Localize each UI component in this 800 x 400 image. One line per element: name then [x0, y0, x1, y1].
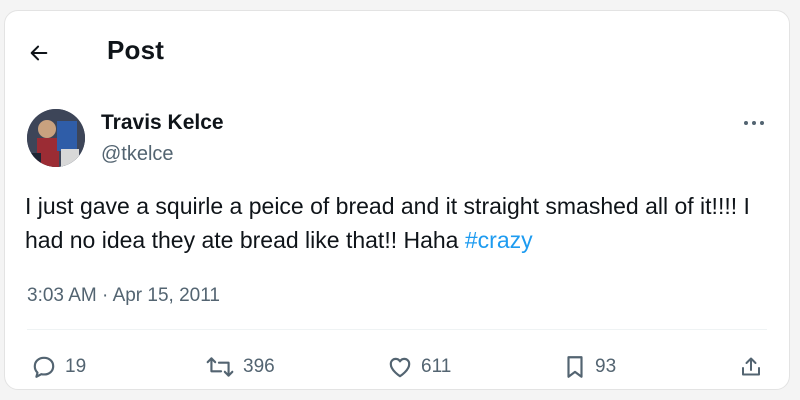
repost-count: 396: [243, 356, 275, 377]
post-body: I just gave a squirle a peice of bread a…: [25, 193, 750, 253]
bookmark-button[interactable]: 93: [563, 351, 616, 383]
avatar[interactable]: [27, 109, 85, 167]
repost-icon: [206, 357, 234, 377]
reply-button[interactable]: 19: [31, 351, 86, 383]
more-options-button[interactable]: [739, 111, 769, 135]
profile-photo: [27, 109, 85, 167]
bookmark-count: 93: [595, 356, 617, 377]
author-handle[interactable]: @tkelce: [101, 143, 174, 166]
post-time[interactable]: 3:03 AM: [27, 285, 97, 306]
reply-icon: [33, 356, 55, 378]
back-button[interactable]: [23, 37, 55, 69]
post-card: Post Travis Kelce @tkelce I just gave a …: [4, 10, 790, 390]
divider: [27, 329, 767, 330]
bookmark-icon: [567, 356, 583, 378]
like-button[interactable]: 611: [387, 351, 451, 383]
repost-button[interactable]: 396: [205, 351, 275, 383]
hashtag-link[interactable]: #crazy: [465, 227, 533, 253]
share-icon: [742, 357, 760, 376]
like-icon: [389, 357, 411, 378]
post-text: I just gave a squirle a peice of bread a…: [25, 189, 775, 257]
timestamp-separator: ·: [96, 285, 113, 306]
page-title: Post: [107, 35, 165, 65]
share-button[interactable]: [739, 351, 763, 383]
author-name[interactable]: Travis Kelce: [101, 111, 224, 135]
like-count: 611: [421, 356, 452, 377]
arrow-left-icon: [30, 45, 48, 61]
reply-count: 19: [65, 356, 87, 377]
post-timestamp: 3:03 AM · Apr 15, 2011: [27, 285, 220, 307]
more-dots-icon: [744, 121, 764, 125]
post-date[interactable]: Apr 15, 2011: [113, 285, 220, 306]
